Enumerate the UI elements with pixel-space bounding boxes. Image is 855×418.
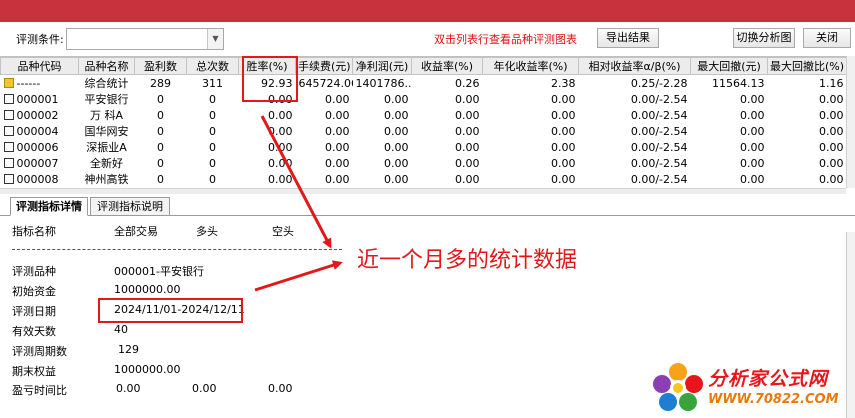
watermark-line1: 分析家公式网 (708, 368, 829, 390)
arrow-from-winrate (260, 115, 332, 249)
annotation-arrows (254, 115, 343, 292)
annotation-text: 近一个月多的统计数据 (357, 248, 578, 273)
arrow-from-date (254, 260, 343, 292)
watermark-line2: WWW.70822.COM (708, 392, 839, 407)
flower-logo-icon (653, 363, 703, 411)
watermark-logo: 分析家公式网 WWW.70822.COM (650, 360, 850, 414)
